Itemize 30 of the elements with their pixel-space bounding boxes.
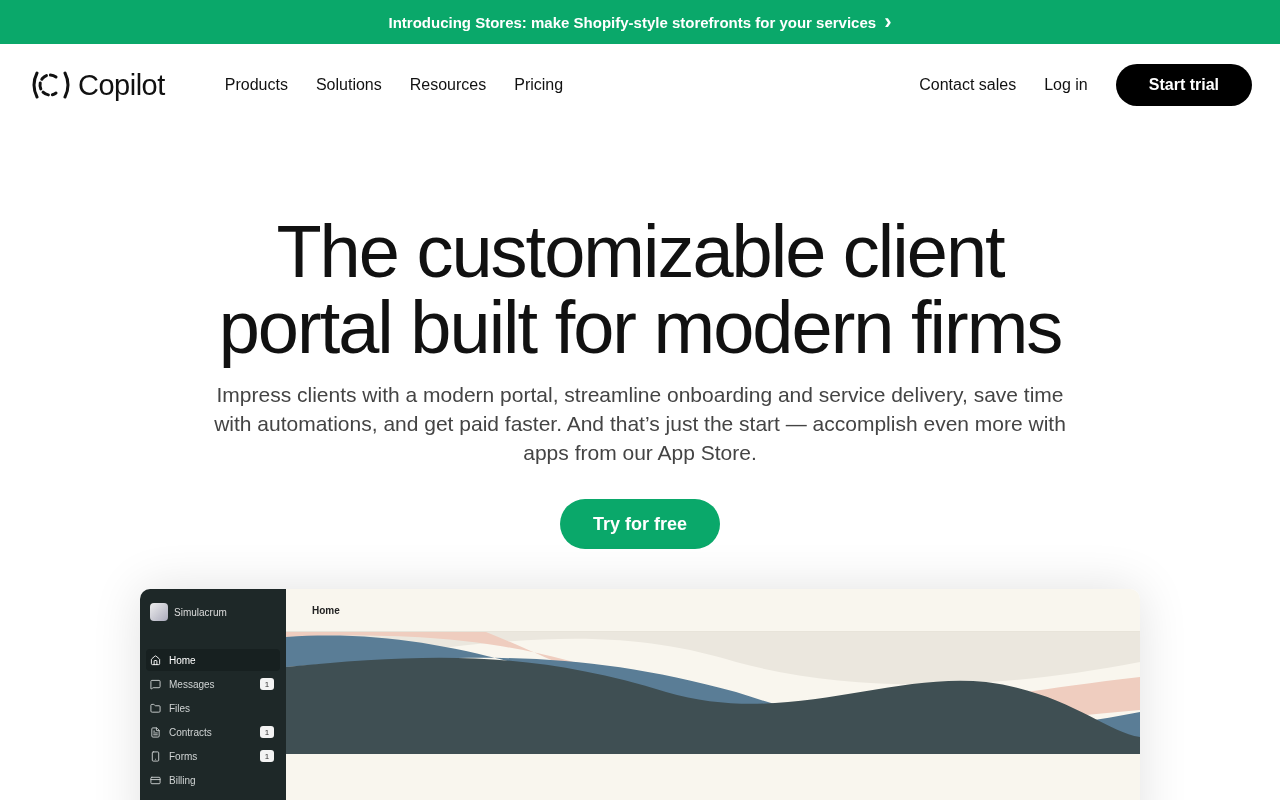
nav-link[interactable]: Products — [224, 76, 288, 94]
logo-icon — [30, 70, 72, 100]
sidebar-item[interactable]: Messages 1 — [146, 673, 280, 695]
count-badge: 1 — [260, 678, 274, 690]
billing-icon — [150, 774, 161, 786]
hero-title: The customizable client portal built for modern firms — [218, 214, 1062, 366]
sidebar-item[interactable]: Home — [146, 649, 280, 671]
workspace-name: Simulacrum — [174, 606, 227, 618]
count-badge: 1 — [260, 750, 274, 762]
start-trial-button[interactable]: Start trial — [1115, 64, 1252, 106]
files-icon — [150, 702, 161, 714]
nav-link[interactable]: Resources — [409, 76, 487, 94]
count-badge: 1 — [260, 726, 274, 738]
sidebar-item[interactable]: Contracts 1 — [146, 721, 280, 743]
logo-text: Copilot — [78, 68, 165, 102]
messages-icon — [150, 678, 161, 690]
chevron-icon: › — [884, 13, 892, 31]
sidebar-item[interactable]: Forms 1 — [146, 745, 280, 767]
sidebar-item[interactable]: Files — [146, 697, 280, 719]
contact-sales-link[interactable]: Contact sales — [919, 76, 1017, 94]
sidebar-item[interactable]: Billing — [146, 769, 280, 791]
contracts-icon — [150, 726, 161, 738]
workspace-logo — [150, 603, 168, 621]
login-link[interactable]: Log in — [1044, 76, 1088, 94]
home-icon — [150, 654, 161, 666]
hero-subtitle: Impress clients with a modern portal, streamline onboarding and service delivery, save time with automations, and get paid faster. And that’s just the start — accomplish even more with apps from our App Store. — [213, 382, 1067, 466]
page-title: Home — [312, 604, 340, 616]
forms-icon — [150, 750, 161, 762]
nav-link[interactable]: Pricing — [514, 76, 564, 94]
nav-link[interactable]: Solutions — [315, 76, 382, 94]
